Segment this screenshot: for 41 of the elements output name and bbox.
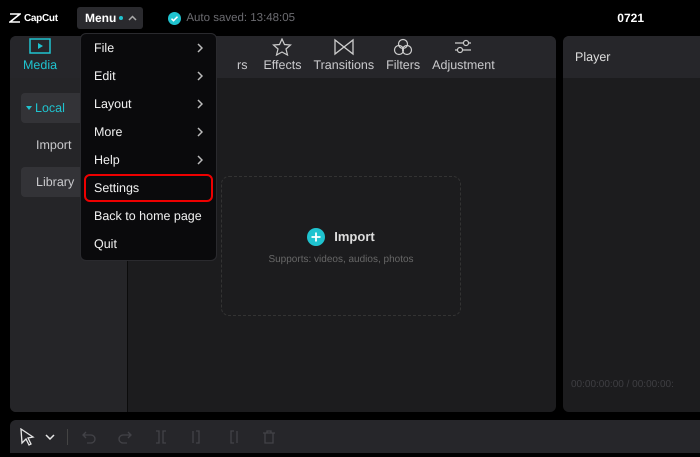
menu-item[interactable]: Settings	[84, 174, 213, 202]
cursor-icon	[19, 428, 35, 446]
drop-zone[interactable]: Import Supports: videos, audios, photos	[221, 176, 461, 316]
check-icon	[168, 12, 182, 24]
autosave-status: Auto saved: 13:48:05	[186, 12, 296, 24]
circles-icon	[392, 38, 414, 56]
redo-icon	[118, 430, 132, 444]
bowtie-icon	[332, 38, 355, 56]
import-label: Import	[334, 229, 375, 244]
tab[interactable]: Transitions	[307, 38, 380, 78]
chevron-icon	[197, 127, 203, 137]
menu-button[interactable]: Menu	[77, 7, 144, 29]
chevron-icon	[197, 43, 203, 53]
panel-title: Player	[563, 36, 700, 78]
app-logo: CapCut	[24, 12, 58, 24]
tab[interactable]: Adjustment	[426, 38, 501, 78]
menu-item[interactable]: Edit	[84, 62, 213, 90]
project-name: 0721	[617, 11, 644, 25]
chevron-icon	[197, 99, 203, 109]
menu-item[interactable]: File	[84, 34, 213, 62]
caret-icon	[45, 434, 55, 440]
caret-icon	[128, 15, 138, 21]
menu-item[interactable]: Quit	[84, 230, 213, 258]
split-icon	[154, 430, 168, 444]
plus-icon	[307, 228, 326, 246]
menu-item[interactable]: Back to home page	[84, 202, 213, 230]
tab[interactable]: Effects	[257, 38, 308, 78]
logo-icon	[9, 13, 21, 23]
star-icon	[271, 38, 294, 56]
notification-dot-icon	[119, 16, 124, 20]
undo-icon	[82, 430, 96, 444]
import-hint: Supports: videos, audios, photos	[268, 254, 414, 264]
film-icon	[29, 38, 52, 56]
trash-icon	[262, 430, 276, 444]
tab[interactable]: Media	[17, 38, 64, 78]
caret-button[interactable]	[45, 434, 55, 440]
tab[interactable]: Filters	[380, 38, 426, 78]
chevron-icon	[197, 155, 203, 165]
cursor-button[interactable]	[19, 428, 35, 446]
chevron-icon	[197, 71, 203, 81]
tab[interactable]: rs	[231, 38, 258, 78]
